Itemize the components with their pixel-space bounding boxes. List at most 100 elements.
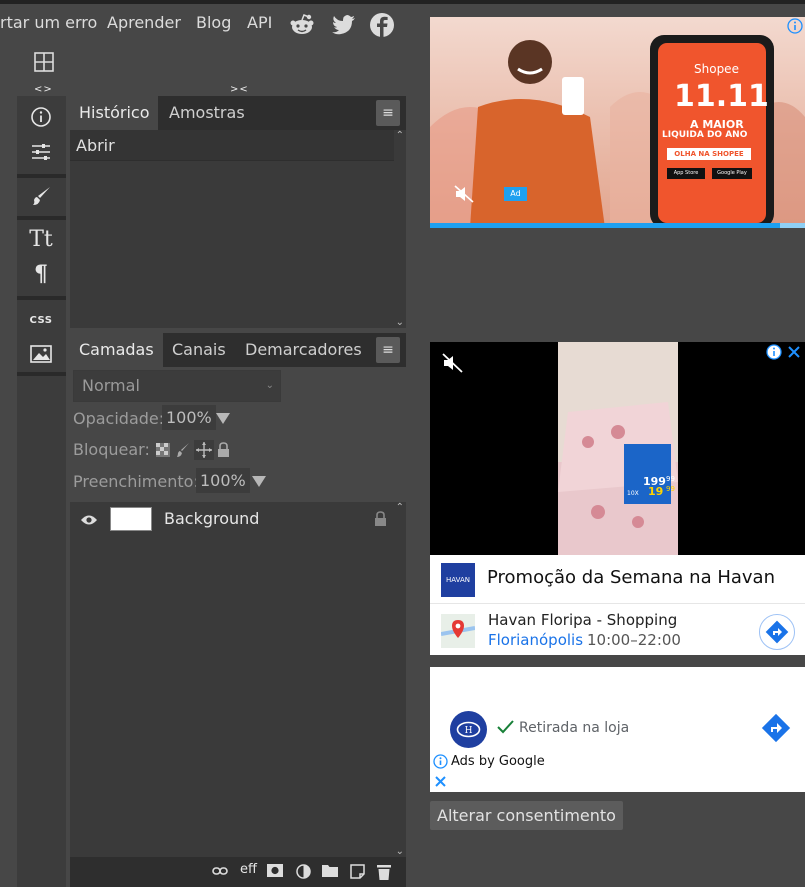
paragraph-icon[interactable]: ¶: [27, 260, 55, 288]
shopee-big-text: 11.11: [674, 79, 769, 114]
ads-by-google[interactable]: Ads by Google: [451, 754, 545, 769]
bedding-photo: [558, 342, 678, 555]
tab-demarcadores[interactable]: Demarcadores: [236, 333, 371, 367]
blend-mode-value: Normal: [82, 376, 140, 395]
havan-ad[interactable]: 199 99 10X 19 99 HAVAN Promoção da Seman…: [430, 342, 805, 655]
nav-link-learn[interactable]: Aprender: [107, 13, 181, 32]
fill-label: Preenchimento:: [73, 472, 199, 491]
store-name[interactable]: Havan Floripa - Shopping: [488, 611, 677, 629]
lock-transparency-icon[interactable]: [156, 443, 170, 461]
folder-icon[interactable]: [322, 864, 338, 881]
css-icon[interactable]: CSS: [27, 306, 55, 334]
shopee-ad[interactable]: Shopee 11.11 A MAIOR LIQUIDA DO ANO OLHA…: [430, 17, 805, 228]
google-play-badge[interactable]: Google Play: [712, 168, 752, 179]
ad-info-icon[interactable]: [766, 344, 782, 364]
adjustment-layer-icon[interactable]: [296, 864, 311, 883]
pickup-ad[interactable]: H Retirada na loja Ads by Google: [430, 667, 805, 792]
shopee-brand: Shopee: [694, 62, 739, 76]
chevron-down-icon: ⌄: [265, 380, 274, 391]
directions-button[interactable]: [759, 614, 795, 650]
nav-link-report-error[interactable]: rtar um erro: [0, 13, 97, 32]
adjustments-icon[interactable]: [27, 138, 55, 166]
left-resize-handle[interactable]: <>: [34, 84, 53, 95]
history-menu-button[interactable]: ≡: [376, 100, 400, 126]
new-layer-icon[interactable]: [350, 864, 365, 883]
right-resize-handle[interactable]: ><: [230, 84, 249, 95]
nav-link-api[interactable]: API: [247, 13, 272, 32]
tab-amostras[interactable]: Amostras: [160, 96, 254, 130]
app-store-badge[interactable]: App Store: [667, 168, 705, 179]
chevron-up-icon[interactable]: ⌃: [396, 502, 404, 513]
trash-icon[interactable]: [377, 864, 391, 884]
tool-group-info: [17, 96, 66, 174]
fill-dropdown-icon[interactable]: [252, 476, 266, 487]
history-panel: Histórico Amostras ≡ Abrir ⌃ ⌄: [70, 96, 406, 328]
tool-group-media: CSS: [17, 300, 66, 372]
blend-mode-select[interactable]: Normal ⌄: [73, 370, 281, 402]
layer-thumbnail: [110, 507, 152, 531]
lock-position-icon[interactable]: [194, 440, 214, 460]
price-2: 19: [648, 485, 664, 498]
ad-info-icon[interactable]: [433, 754, 448, 773]
history-scrollbar[interactable]: ⌃ ⌄: [394, 130, 406, 328]
mask-icon[interactable]: [267, 864, 283, 881]
tool-column-filler: [17, 376, 66, 887]
lock-all-icon[interactable]: [217, 442, 230, 461]
link-icon[interactable]: [212, 864, 228, 880]
layers-tabs: Camadas Canais Demarcadores ≡: [70, 333, 406, 367]
tab-historico[interactable]: Histórico: [70, 96, 159, 130]
layers-scrollbar[interactable]: ⌃ ⌄: [394, 502, 406, 857]
reddit-icon[interactable]: [289, 12, 315, 38]
twitter-icon[interactable]: [331, 12, 357, 38]
price-2-prefix: 10X: [627, 490, 639, 497]
shopee-line2: LIQUIDA DO ANO: [662, 130, 748, 140]
lock-label: Bloquear:: [73, 440, 150, 459]
map-pin-icon: [440, 614, 476, 652]
grid-layout-icon[interactable]: [34, 52, 54, 76]
nav-link-blog[interactable]: Blog: [196, 13, 231, 32]
eye-icon[interactable]: [80, 512, 98, 530]
chevron-down-icon[interactable]: ⌄: [396, 846, 404, 857]
secondary-toolbar: [0, 44, 420, 82]
directions-icon[interactable]: [759, 711, 793, 749]
image-icon[interactable]: [27, 340, 55, 368]
opacity-label: Opacidade:: [73, 409, 165, 428]
layer-row[interactable]: Background: [70, 502, 394, 536]
pickup-text: Retirada na loja: [519, 720, 630, 736]
tool-group-brush: [17, 178, 66, 216]
fill-input[interactable]: 100%: [196, 468, 250, 493]
change-consent-button[interactable]: Alterar consentimento: [430, 801, 623, 830]
tool-group-text: Tt ¶: [17, 220, 66, 296]
havan-headline-row[interactable]: HAVAN Promoção da Semana na Havan: [430, 555, 805, 604]
chevron-down-icon[interactable]: ⌄: [396, 317, 404, 328]
close-icon[interactable]: [786, 344, 802, 364]
layers-bottom-bar: eff: [70, 857, 406, 887]
layer-name[interactable]: Background: [164, 509, 259, 528]
history-item[interactable]: Abrir: [70, 130, 394, 161]
opacity-input[interactable]: 100%: [162, 405, 216, 430]
svg-text:H: H: [465, 726, 473, 736]
top-nav: rtar um erro Aprender Blog API: [0, 4, 420, 44]
close-icon[interactable]: [434, 774, 447, 792]
mute-icon[interactable]: [454, 185, 476, 207]
tab-camadas[interactable]: Camadas: [70, 333, 163, 367]
effects-icon[interactable]: eff: [240, 862, 257, 877]
store-city[interactable]: Florianópolis: [488, 631, 583, 649]
layers-menu-button[interactable]: ≡: [376, 337, 400, 363]
price-2-cents: 99: [666, 485, 675, 493]
mute-icon[interactable]: [442, 353, 464, 377]
chevron-up-icon[interactable]: ⌃: [396, 130, 404, 141]
shopee-cta[interactable]: OLHA NA SHOPEE: [667, 148, 751, 160]
opacity-dropdown-icon[interactable]: [216, 413, 230, 424]
store-hours: 10:00–22:00: [587, 631, 681, 649]
text-icon[interactable]: Tt: [27, 225, 55, 253]
havan-headline[interactable]: Promoção da Semana na Havan: [487, 567, 775, 588]
havan-location-row[interactable]: Havan Floripa - Shopping Florianópolis 1…: [430, 604, 805, 655]
ad-badge: Ad: [504, 187, 527, 201]
info-icon[interactable]: [27, 103, 55, 131]
lock-paint-icon[interactable]: [176, 442, 190, 462]
brush-icon[interactable]: [27, 182, 55, 210]
facebook-icon[interactable]: [369, 12, 395, 38]
tab-canais[interactable]: Canais: [163, 333, 235, 367]
ad-info-icon[interactable]: [787, 18, 803, 38]
